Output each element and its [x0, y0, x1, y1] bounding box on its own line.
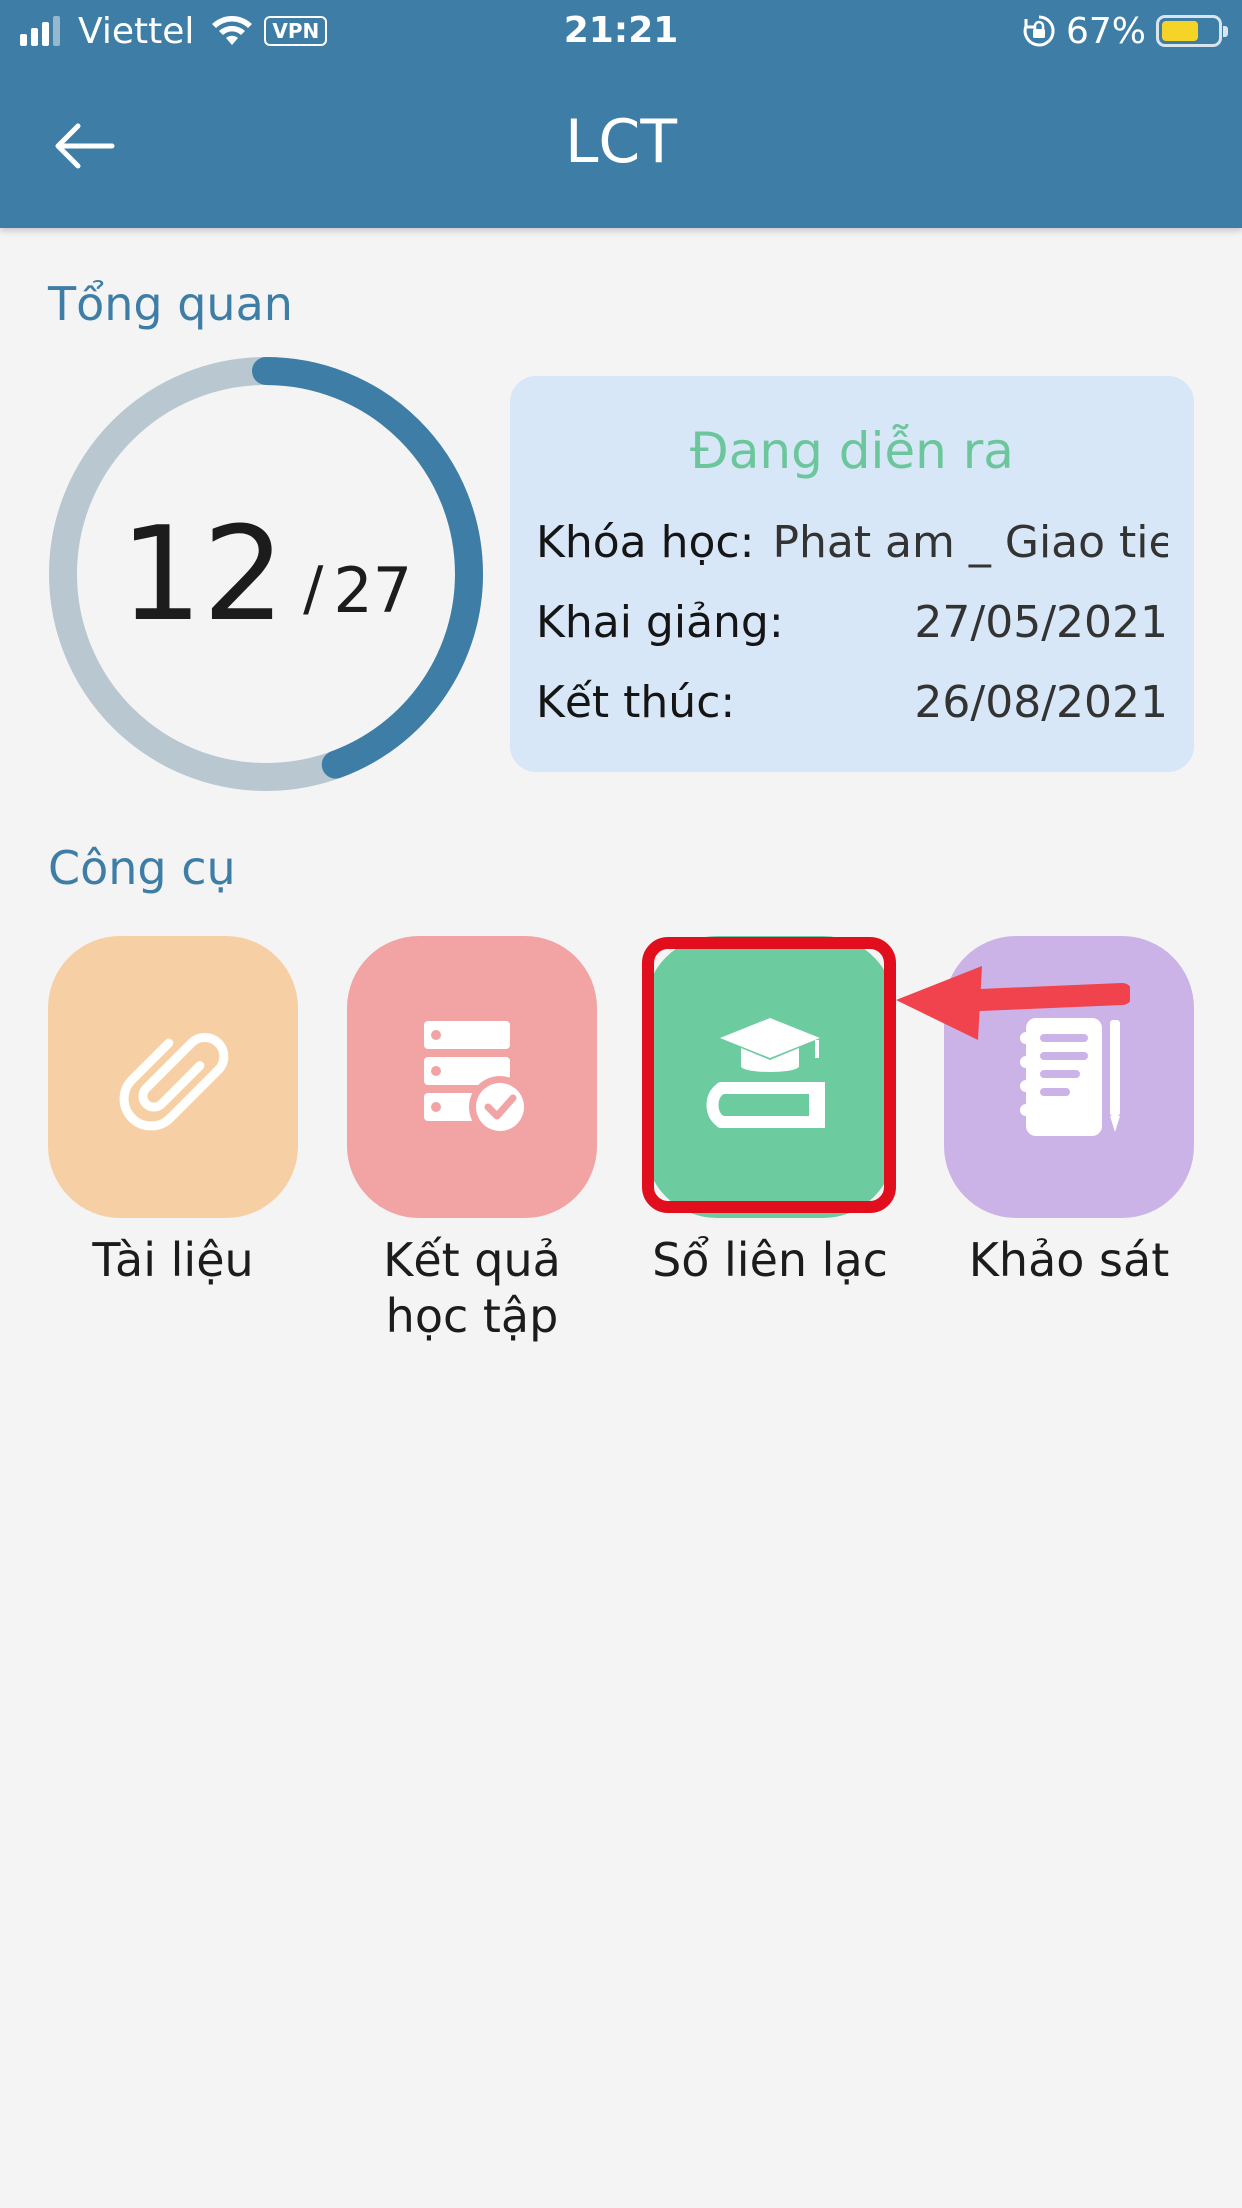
- rotation-lock-icon: [1023, 15, 1055, 47]
- end-date-row: Kết thúc: 26/08/2021: [536, 672, 1168, 732]
- tool-results-label-line1: Kết quả: [383, 1233, 561, 1287]
- paperclip-icon: [119, 1033, 229, 1131]
- tool-results[interactable]: Kết quả học tập: [347, 936, 597, 1344]
- nav-header: LCT: [0, 62, 1242, 228]
- tool-documents-label: Tài liệu: [92, 1233, 254, 1287]
- tool-contact-book[interactable]: Sổ liên lạc: [645, 936, 895, 1288]
- tool-survey-label: Khảo sát: [968, 1233, 1170, 1287]
- tool-documents[interactable]: Tài liệu: [48, 936, 298, 1288]
- battery-icon: [1156, 15, 1228, 47]
- progress-current: 12: [119, 498, 286, 650]
- battery-block: 67%: [1022, 8, 1228, 54]
- results-check-icon: [424, 1021, 531, 1138]
- tool-results-label-line2: học tập: [385, 1289, 559, 1343]
- progress-total: 27: [333, 553, 413, 627]
- progress-separator: /: [303, 554, 324, 624]
- page-title: LCT: [565, 107, 677, 177]
- overview-section-title: Tổng quan: [48, 277, 293, 331]
- tool-results-tile[interactable]: [347, 936, 597, 1218]
- status-bar: Viettel VPN 21:21 67%: [0, 0, 1242, 62]
- course-status: Đang diễn ra: [690, 422, 1014, 480]
- start-date-row: Khai giảng: 27/05/2021: [536, 592, 1168, 652]
- progress-counter: 12 / 27: [46, 354, 486, 794]
- app-header-bar: Viettel VPN 21:21 67% LCT: [0, 0, 1242, 228]
- course-value: Phat am _ Giao tie: [772, 516, 1168, 568]
- battery-percent: 67%: [1065, 10, 1146, 52]
- tool-results-label: Kết quả học tập: [347, 1232, 597, 1344]
- tools-section-title: Công cụ: [48, 841, 236, 895]
- course-label: Khóa học:: [536, 516, 755, 568]
- arrow-left-callout-icon: [896, 966, 1130, 1040]
- tool-contact-book-tile[interactable]: [645, 936, 895, 1218]
- start-date-value: 27/05/2021: [914, 596, 1168, 648]
- end-date-label: Kết thúc:: [536, 676, 736, 728]
- tool-documents-tile[interactable]: [48, 936, 298, 1218]
- graduation-book-icon: [706, 1018, 825, 1128]
- tool-contact-book-label: Sổ liên lạc: [652, 1233, 888, 1287]
- end-date-value: 26/08/2021: [914, 676, 1168, 728]
- start-date-label: Khai giảng:: [536, 596, 784, 648]
- course-row: Khóa học: Phat am _ Giao tie: [536, 512, 1168, 572]
- course-info-card: Đang diễn ra Khóa học: Phat am _ Giao ti…: [510, 376, 1194, 772]
